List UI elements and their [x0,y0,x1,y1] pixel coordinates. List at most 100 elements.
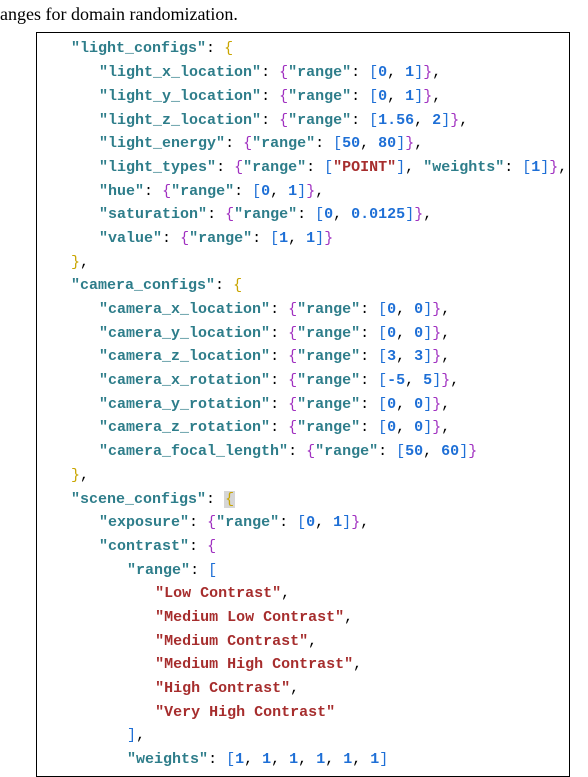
token-braceB: ] [396,159,405,176]
token-braceY: } [71,254,80,271]
token-braceP: } [423,88,432,105]
token-num: 1 [279,230,288,247]
token-punc: , [136,727,145,744]
token-braceB: ] [441,112,450,129]
token-braceP: { [306,443,315,460]
token-key: "range" [297,348,360,365]
token-str: "Medium Contrast" [155,633,308,650]
token-punc: , [80,467,89,484]
token-punc: , [432,64,441,81]
token-punc: : [378,443,396,460]
code-line[interactable]: "Medium Contrast", [43,630,567,654]
code-line[interactable]: "weights": [1, 1, 1, 1, 1, 1] [43,748,567,772]
token-key: "camera_x_location" [99,301,270,318]
token-braceB: ] [379,751,388,768]
token-punc: , [270,183,288,200]
code-line[interactable]: "camera_x_rotation": {"range": [-5, 5]}, [43,369,567,393]
code-line[interactable]: "light_x_location": {"range": [0, 1]}, [43,61,567,85]
token-braceB: ] [423,396,432,413]
code-line[interactable]: "camera_z_location": {"range": [3, 3]}, [43,345,567,369]
token-braceP: { [279,88,288,105]
code-line[interactable]: "value": {"range": [1, 1]} [43,227,567,251]
token-braceP: { [207,538,216,555]
code-line[interactable]: "range": [ [43,559,567,583]
code-line[interactable]: "camera_focal_length": {"range": [50, 60… [43,440,567,464]
token-punc: : [144,183,162,200]
token-punc: , [360,135,378,152]
token-braceP: { [243,135,252,152]
token-punc: , [459,112,468,129]
token-num: 0.0125 [351,206,405,223]
token-punc: , [396,419,414,436]
code-line[interactable]: "Low Contrast", [43,582,567,606]
code-line[interactable]: ], [43,724,567,748]
token-punc: , [405,372,423,389]
code-line[interactable]: "Very High Contrast" [43,701,567,725]
token-key: "camera_y_location" [99,325,270,342]
token-key: "light_x_location" [99,64,261,81]
token-punc: , [441,348,450,365]
token-punc: , [396,325,414,342]
token-braceB: ] [414,64,423,81]
token-punc: : [225,135,243,152]
code-line[interactable]: "scene_configs": { [43,488,567,512]
token-punc: , [290,680,299,697]
token-braceP: } [423,64,432,81]
code-line[interactable]: "saturation": {"range": [0, 0.0125]}, [43,203,567,227]
token-punc: : [504,159,522,176]
token-braceP: } [432,396,441,413]
token-punc: : [208,751,226,768]
code-line[interactable]: "light_z_location": {"range": [1.56, 2]}… [43,109,567,133]
token-punc: : [360,396,378,413]
code-line[interactable]: "contrast": { [43,535,567,559]
token-punc: : [270,396,288,413]
code-editor[interactable]: "light_configs": { "light_x_location": {… [36,32,570,776]
token-punc: : [360,301,378,318]
token-num: 80 [378,135,396,152]
token-punc: : [360,419,378,436]
token-braceB: ] [396,135,405,152]
token-punc: , [441,301,450,318]
code-line[interactable]: "camera_z_rotation": {"range": [0, 0]}, [43,416,567,440]
code-line[interactable]: }, [43,464,567,488]
code-line[interactable]: "light_y_location": {"range": [0, 1]}, [43,85,567,109]
token-punc: : [189,514,207,531]
code-line[interactable]: "hue": {"range": [0, 1]}, [43,180,567,204]
caption-text: anges for domain randomization. [0,0,588,28]
code-line[interactable]: "light_energy": {"range": [50, 80]}, [43,132,567,156]
token-braceP: } [405,135,414,152]
code-line[interactable]: }, [43,251,567,275]
code-line[interactable]: "light_types": {"range": ["POINT"], "wei… [43,156,567,180]
token-punc: : [315,135,333,152]
token-num: 1 [370,751,379,768]
token-num: 0 [306,514,315,531]
token-braceB: [ [378,419,387,436]
token-braceB: [ [270,230,279,247]
code-line[interactable]: "High Contrast", [43,677,567,701]
token-braceB: ] [315,230,324,247]
token-punc: : [234,183,252,200]
code-line[interactable]: "exposure": {"range": [0, 1]}, [43,511,567,535]
code-line[interactable]: "camera_y_rotation": {"range": [0, 0]}, [43,393,567,417]
token-braceB: [ [226,751,235,768]
token-num: 1 [306,230,315,247]
code-line[interactable]: "camera_x_location": {"range": [0, 0]}, [43,298,567,322]
token-key: "range" [189,230,252,247]
code-line[interactable]: "Medium High Contrast", [43,653,567,677]
token-key: "range" [315,443,378,460]
token-punc: , [432,88,441,105]
token-braceP: } [432,348,441,365]
token-punc: , [271,751,289,768]
token-num: 0 [414,396,423,413]
token-braceP: { [288,301,297,318]
code-line[interactable]: "light_configs": { [43,37,567,61]
token-punc: , [308,633,317,650]
token-punc: : [206,40,224,57]
code-line[interactable]: "camera_configs": { [43,274,567,298]
token-punc: : [360,325,378,342]
token-key: "range" [243,159,306,176]
code-line[interactable]: "camera_y_location": {"range": [0, 0]}, [43,322,567,346]
token-num: 5 [423,372,432,389]
code-line[interactable]: "Medium Low Contrast", [43,606,567,630]
token-punc: : [270,301,288,318]
